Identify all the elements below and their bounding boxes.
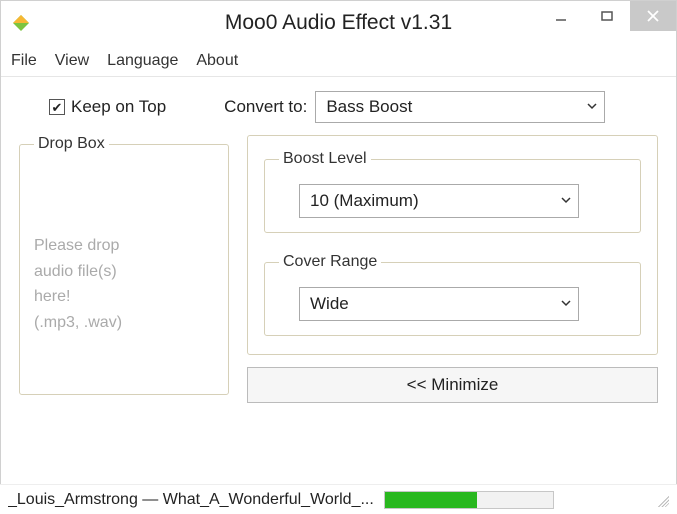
maximize-window-button[interactable] <box>584 1 630 31</box>
status-text: _Louis_Armstrong — What_A_Wonderful_Worl… <box>8 491 374 509</box>
chevron-down-icon <box>554 194 578 209</box>
cover-range-value: Wide <box>300 290 359 318</box>
statusbar: _Louis_Armstrong — What_A_Wonderful_Worl… <box>0 484 677 514</box>
cover-range-legend: Cover Range <box>279 253 381 271</box>
minimize-window-button[interactable] <box>538 1 584 31</box>
menu-view[interactable]: View <box>55 52 89 70</box>
content-area: ✔ Keep on Top Convert to: Bass Boost Dro… <box>1 77 676 409</box>
boost-level-fieldset: Boost Level 10 (Maximum) <box>264 150 641 233</box>
boost-level-legend: Boost Level <box>279 150 371 168</box>
keep-on-top-checkbox[interactable]: ✔ Keep on Top <box>49 97 166 117</box>
window-controls <box>538 1 676 31</box>
chevron-down-icon <box>554 297 578 312</box>
titlebar[interactable]: Moo0 Audio Effect v1.31 <box>1 1 676 45</box>
right-column: Boost Level 10 (Maximum) Cover Range Wid… <box>247 135 658 403</box>
settings-box: Boost Level 10 (Maximum) Cover Range Wid… <box>247 135 658 355</box>
convert-to-select[interactable]: Bass Boost <box>315 91 605 123</box>
main-row: Drop Box Please drop audio file(s) here!… <box>19 135 658 403</box>
drop-box-legend: Drop Box <box>34 135 109 153</box>
boost-level-value: 10 (Maximum) <box>300 187 429 215</box>
menu-language[interactable]: Language <box>107 52 178 70</box>
close-window-button[interactable] <box>630 1 676 31</box>
resize-grip-icon[interactable] <box>655 493 669 507</box>
progress-fill <box>385 492 477 508</box>
progress-bar <box>384 491 554 509</box>
hint-line: Please drop <box>34 233 214 259</box>
chevron-down-icon <box>580 100 604 115</box>
hint-line: audio file(s) <box>34 259 214 285</box>
cover-range-select[interactable]: Wide <box>299 287 579 321</box>
drop-box-hint: Please drop audio file(s) here! (.mp3, .… <box>34 233 214 335</box>
minimize-button-label: << Minimize <box>407 375 499 395</box>
keep-on-top-label: Keep on Top <box>71 97 166 117</box>
hint-line: (.mp3, .wav) <box>34 310 214 336</box>
top-row: ✔ Keep on Top Convert to: Bass Boost <box>19 91 658 123</box>
menubar: File View Language About <box>1 45 676 77</box>
drop-box[interactable]: Drop Box Please drop audio file(s) here!… <box>19 135 229 395</box>
convert-to-label: Convert to: <box>224 97 307 117</box>
app-icon <box>11 13 31 33</box>
cover-range-fieldset: Cover Range Wide <box>264 253 641 336</box>
minimize-button[interactable]: << Minimize <box>247 367 658 403</box>
menu-file[interactable]: File <box>11 52 37 70</box>
checkbox-icon: ✔ <box>49 99 65 115</box>
hint-line: here! <box>34 284 214 310</box>
boost-level-select[interactable]: 10 (Maximum) <box>299 184 579 218</box>
menu-about[interactable]: About <box>196 52 238 70</box>
convert-to-value: Bass Boost <box>316 93 422 121</box>
